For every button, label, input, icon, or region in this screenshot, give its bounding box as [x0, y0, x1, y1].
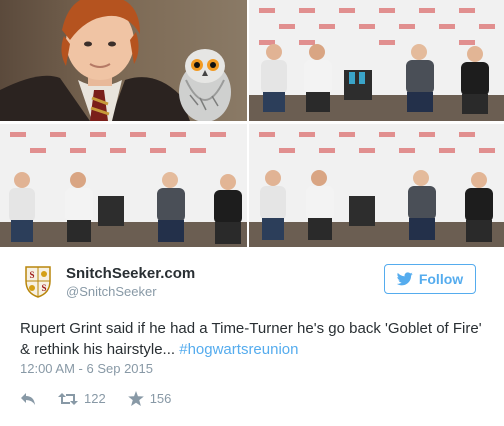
photo-panel-3[interactable] — [249, 124, 504, 247]
photo-panel-1[interactable] — [249, 0, 504, 121]
star-icon — [127, 391, 144, 406]
retweet-button[interactable]: 122 — [58, 391, 106, 406]
twitter-bird-icon — [396, 272, 413, 286]
tweet-actions: 122 156 — [20, 391, 193, 406]
reply-button[interactable] — [20, 392, 36, 406]
timestamp[interactable]: 12:00 AM - 6 Sep 2015 — [20, 361, 153, 376]
follow-label: Follow — [418, 271, 464, 287]
retweet-icon — [58, 392, 78, 405]
tweet-text: Rupert Grint said if he had a Time-Turne… — [20, 318, 490, 360]
avatar[interactable]: S S — [20, 263, 56, 299]
photo-grid — [0, 0, 504, 247]
author-names: SnitchSeeker.com @SnitchSeeker — [66, 265, 195, 301]
favorite-button[interactable]: 156 — [127, 391, 172, 406]
display-name[interactable]: SnitchSeeker.com — [66, 265, 195, 283]
hashtag-link[interactable]: #hogwartsreunion — [179, 341, 298, 358]
photo-panel-2[interactable] — [0, 124, 247, 247]
svg-text:S: S — [29, 270, 34, 280]
follow-button[interactable]: Follow — [384, 264, 476, 294]
retweet-count: 122 — [84, 391, 106, 406]
snitchseeker-shield-logo-icon: S S — [20, 263, 56, 299]
favorite-count: 156 — [149, 391, 172, 406]
handle[interactable]: @SnitchSeeker — [66, 283, 195, 301]
reply-icon — [21, 392, 35, 405]
photo-portrait[interactable] — [0, 0, 247, 121]
tweet-card: S S SnitchSeeker.com @SnitchSeeker Follo… — [0, 0, 504, 426]
svg-text:S: S — [41, 283, 46, 293]
